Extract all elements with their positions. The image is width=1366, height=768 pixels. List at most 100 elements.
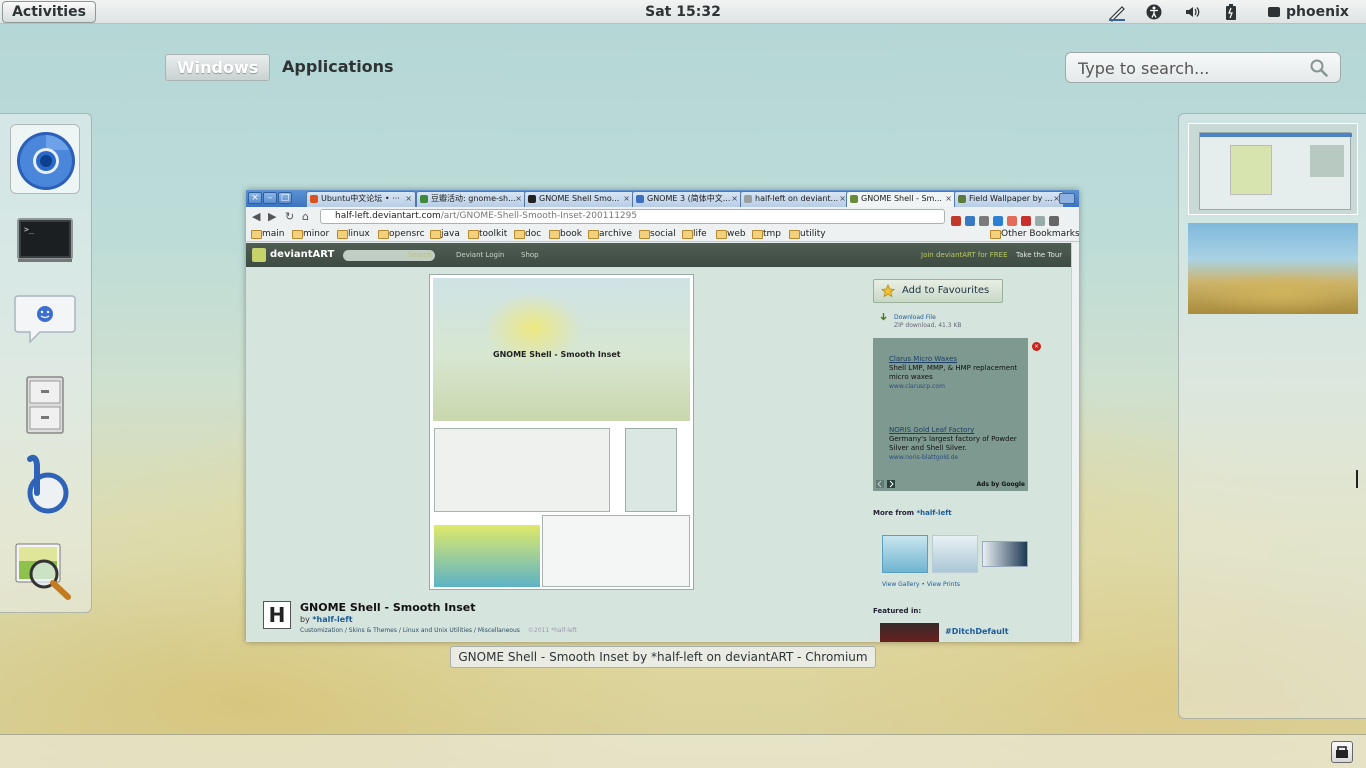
deviant-login-link[interactable]: Deviant Login [456,251,504,260]
close-icon[interactable]: × [839,192,846,206]
more-from-thumbnail[interactable] [982,541,1028,567]
tour-link[interactable]: Take the Tour [1016,251,1062,260]
category-path[interactable]: Customization / Skins & Themes / Linux a… [300,627,520,634]
close-icon[interactable]: × [623,192,630,206]
page-content: deviantART Search Deviant Login Shop Joi… [246,243,1079,642]
chromium-launcher[interactable] [10,124,80,194]
image-viewer-launcher[interactable] [10,534,80,604]
close-icon[interactable]: × [248,192,262,204]
add-to-favourites-button[interactable]: Add to Favourites [873,279,1003,303]
page-scrollbar[interactable] [1071,243,1079,642]
extension-icon[interactable] [965,216,975,226]
bookmark-folder[interactable]: tmp [752,228,781,240]
accessibility-icon[interactable] [1143,0,1165,24]
wacom-pen-icon[interactable] [1105,0,1129,24]
ad-title[interactable]: NORIS Gold Leaf Factory [889,426,974,434]
extension-icon[interactable] [1007,216,1017,226]
user-menu[interactable]: phoenix [1268,0,1349,24]
ad-url[interactable]: www.noris-blattgold.de [889,454,958,461]
new-tab-button[interactable] [1059,193,1075,204]
extension-icon[interactable] [1035,216,1045,226]
ad-url[interactable]: www.claruscp.com [889,383,945,390]
search-box[interactable] [1065,52,1341,83]
empathy-launcher[interactable] [10,284,80,354]
browser-tab[interactable]: Field Wallpaper by ... × [954,191,1064,207]
bookmark-folder[interactable]: book [549,228,582,240]
close-icon[interactable]: × [515,192,522,206]
search-input[interactable] [1078,57,1298,79]
clock[interactable]: Sat 15:32 [620,0,746,24]
shop-link[interactable]: Shop [521,251,539,260]
artwork-image[interactable]: GNOME Shell - Smooth Inset [429,274,694,590]
favicon-icon [636,195,644,203]
minimize-icon[interactable]: – [263,192,277,204]
join-link[interactable]: Join deviantART for FREE [921,251,1008,260]
bookmark-folder[interactable]: minor [292,228,329,240]
bookmark-star-icon[interactable] [951,216,961,226]
wrench-icon[interactable] [1049,216,1059,226]
volume-icon[interactable] [1181,0,1203,24]
author-avatar[interactable]: H [263,601,291,629]
browser-tab-active[interactable]: GNOME Shell - Sm... × [846,191,956,207]
browser-tab[interactable]: half-left on deviant... × [740,191,850,207]
bookmark-folder[interactable]: social [639,228,676,240]
close-icon[interactable]: × [1032,342,1041,351]
bookmark-folder[interactable]: utility [789,228,826,240]
bookmark-folder[interactable]: java [430,228,460,240]
close-icon[interactable]: × [731,192,738,206]
ad-nav-arrows[interactable] [876,480,896,488]
bookmark-folder[interactable]: doc [514,228,541,240]
download-file-link[interactable]: Download File ZIP download, 41.3 KB [894,314,962,330]
more-from-author[interactable]: *half-left [916,509,951,517]
tab-windows[interactable]: Windows [165,54,270,81]
extension-icon[interactable] [993,216,1003,226]
bookmark-folder[interactable]: main [251,228,285,240]
more-from-thumbnail[interactable] [882,535,928,573]
files-launcher[interactable] [10,369,80,439]
featured-group-link[interactable]: #DitchDefault [945,627,1009,636]
activities-button[interactable]: Activities [2,1,96,23]
browser-tab[interactable]: 豆瓣活动: gnome-sh... × [416,191,526,207]
reload-icon[interactable]: ↻ [285,210,294,223]
banshee-launcher[interactable] [10,449,80,519]
bookmark-folder[interactable]: archive [588,228,632,240]
battery-icon[interactable] [1220,0,1242,24]
close-icon[interactable]: × [405,192,412,206]
bookmark-folder[interactable]: toolkit [468,228,507,240]
browser-tab[interactable]: GNOME Shell Smo... × [524,191,634,207]
bookmark-folder[interactable]: opensrc [378,228,425,240]
forward-icon[interactable]: ▶ [268,210,276,223]
url-bar[interactable]: half-left.deviantart.com/art/GNOME-Shell… [320,209,945,224]
browser-tab[interactable]: Ubuntu中文论坛 • ··· × [306,191,416,207]
bookmark-folder[interactable]: linux [337,228,370,240]
ads-by-google[interactable]: Ads by Google [977,481,1025,488]
window-thumbnail[interactable] [1199,132,1352,210]
deviantart-logo[interactable]: deviantART [252,248,334,262]
chromium-window[interactable]: × – □ Ubuntu中文论坛 • ··· × 豆瓣活动: gnome-sh..… [246,190,1079,642]
workspace-thumbnail[interactable] [1188,223,1358,314]
gmail-icon[interactable] [1021,216,1031,226]
favicon-icon [958,195,966,203]
terminal-launcher[interactable]: >_ [10,204,80,274]
tab-applications[interactable]: Applications [271,54,405,81]
download-label[interactable]: Download File [894,314,962,322]
other-bookmarks[interactable]: Other Bookmarks [990,228,1079,240]
ad-title[interactable]: Clarus Micro Waxes [889,355,957,363]
browser-tab[interactable]: GNOME 3 (简体中文... × [632,191,742,207]
ad-text: Germany's largest factory of Powder Silv… [889,435,1017,452]
back-icon[interactable]: ◀ [252,210,260,223]
close-icon[interactable]: × [945,192,952,206]
site-search-button[interactable]: Search [408,250,432,261]
artwork-categories[interactable]: Customization / Skins & Themes / Linux a… [300,627,577,634]
workspace-thumbnail-current[interactable] [1188,123,1358,215]
bookmark-folder[interactable]: life [682,228,707,240]
featured-thumbnail[interactable] [880,623,939,642]
notification-tray-icon[interactable] [1331,741,1353,763]
home-icon[interactable]: ⌂ [302,210,309,223]
extension-icon[interactable] [979,216,989,226]
bookmark-folder[interactable]: web [716,228,746,240]
more-from-thumbnail[interactable] [932,535,978,573]
author-link[interactable]: *half-left [312,615,352,624]
gallery-links[interactable]: View Gallery • View Prints [882,581,960,588]
maximize-icon[interactable]: □ [278,192,292,204]
